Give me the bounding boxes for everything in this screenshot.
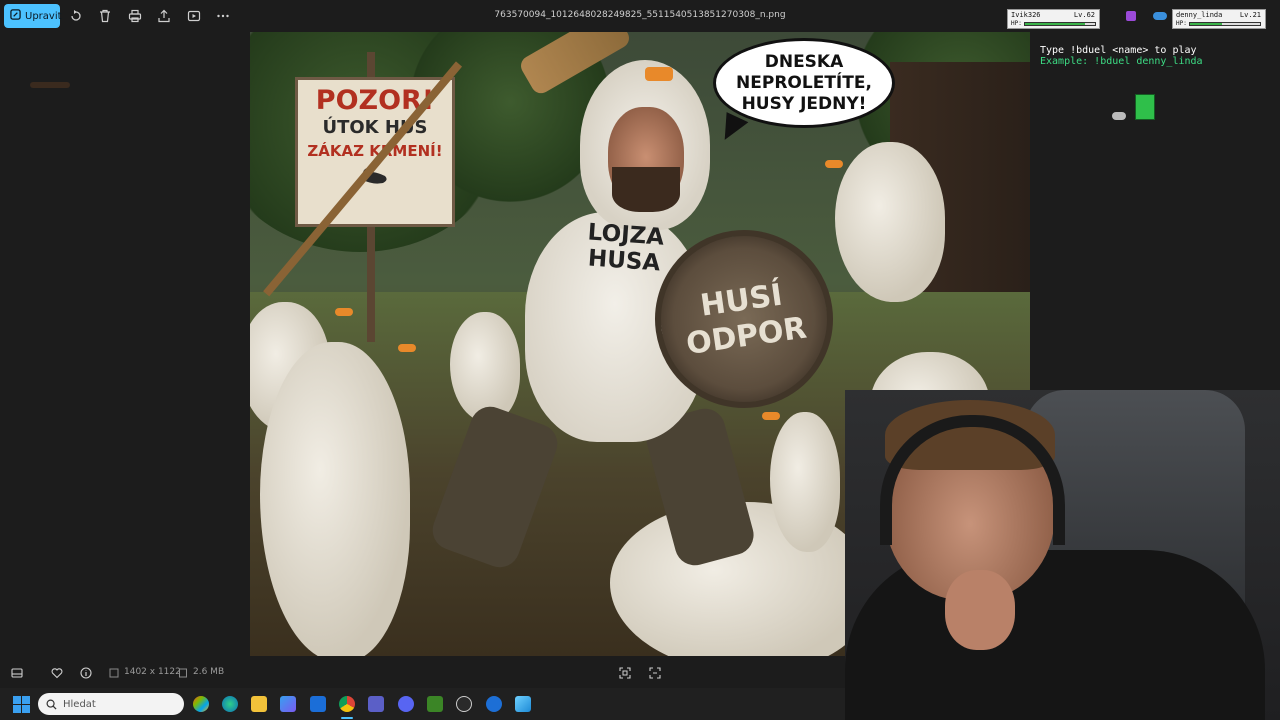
more-icon[interactable]: [215, 8, 231, 24]
pixel-character-icon: [1135, 94, 1155, 120]
bubble-line-2: NEPROLETÍTE,: [736, 72, 872, 93]
chrome-icon[interactable]: [339, 696, 355, 712]
bot-instruction: Type !bduel <name> to play: [1040, 45, 1197, 56]
player-2-level: Lv.21: [1239, 11, 1261, 19]
minecraft-icon[interactable]: [427, 696, 443, 712]
search-icon: [46, 699, 57, 710]
image-dimensions: 1402 x 1122: [124, 667, 181, 677]
photos-icon[interactable]: [515, 696, 531, 712]
webcam-overlay: [845, 390, 1280, 720]
discord-icon[interactable]: [398, 696, 414, 712]
obs-icon[interactable]: [456, 696, 472, 712]
info-icon[interactable]: [79, 666, 93, 680]
file-name: 763570094_1012648028249825_5511540513851…: [494, 10, 786, 20]
print-icon[interactable]: [127, 8, 143, 24]
bubble-line-3: HUSY JEDNY!: [741, 93, 867, 114]
man-beard: [612, 167, 680, 212]
player-2-hp-bar: [1189, 22, 1261, 26]
pixel-goose-icon: [1112, 112, 1126, 120]
speech-bubble-tail: [715, 112, 749, 146]
delete-icon[interactable]: [97, 8, 113, 24]
costume-text: LOJZA HUSA: [563, 218, 686, 278]
favorite-icon[interactable]: [50, 666, 64, 680]
player-card-2: denny_linda Lv.21 HP:: [1172, 9, 1266, 29]
hood-beak: [645, 67, 673, 81]
app-icon[interactable]: [486, 696, 502, 712]
cloud-icon: [1153, 12, 1167, 20]
speech-bubble: DNESKA NEPROLETÍTE, HUSY JEDNY!: [713, 38, 895, 128]
streamer-hand: [945, 570, 1015, 650]
player-2-name: denny_linda: [1176, 11, 1223, 19]
search-placeholder: Hledat: [63, 698, 96, 710]
rotate-icon[interactable]: [68, 8, 84, 24]
slideshow-icon[interactable]: [186, 8, 202, 24]
file-size-icon: [176, 666, 190, 680]
dimensions-icon: [107, 666, 121, 680]
file-size: 2.6 MB: [193, 667, 225, 677]
player-1-level: Lv.62: [1073, 11, 1095, 19]
goose: [260, 342, 410, 656]
goose: [770, 412, 840, 552]
goose: [835, 142, 945, 302]
bot-example: Example: !bduel denny_linda: [1040, 56, 1203, 67]
edit-button[interactable]: Upravit: [4, 4, 62, 28]
taskbar-search[interactable]: Hledat: [38, 693, 184, 715]
bubble-line-1: DNESKA: [764, 51, 844, 72]
active-app-indicator: [341, 717, 353, 719]
file-explorer-icon[interactable]: [251, 696, 267, 712]
share-icon[interactable]: [156, 8, 172, 24]
goose-beak: [825, 160, 843, 168]
mail-icon[interactable]: [310, 696, 326, 712]
copilot-icon[interactable]: [193, 696, 209, 712]
filmstrip-icon[interactable]: [10, 666, 24, 680]
fit-to-window-icon[interactable]: [618, 666, 632, 680]
teams-icon[interactable]: [368, 696, 384, 712]
player-1-hp-bar: [1024, 22, 1096, 26]
edge-icon[interactable]: [222, 696, 238, 712]
overlay-icon-purple: [1126, 11, 1136, 21]
goose-beak: [762, 412, 780, 420]
edit-label: Upravit: [25, 10, 62, 22]
windows-start-icon[interactable]: [13, 696, 30, 713]
goose-beak: [398, 344, 416, 352]
goose-beak: [335, 308, 353, 316]
player-card-1: Ivik326 Lv.62 HP:: [1007, 9, 1100, 29]
player-2-hp-label: HP:: [1176, 20, 1187, 27]
player-1-name: Ivik326: [1011, 11, 1041, 19]
goose: [450, 312, 520, 422]
thumbnail-artifact: [30, 82, 70, 88]
actual-size-icon[interactable]: [648, 666, 662, 680]
edit-icon: [10, 9, 21, 23]
player-1-hp-label: HP:: [1011, 20, 1022, 27]
microsoft-store-icon[interactable]: [280, 696, 296, 712]
